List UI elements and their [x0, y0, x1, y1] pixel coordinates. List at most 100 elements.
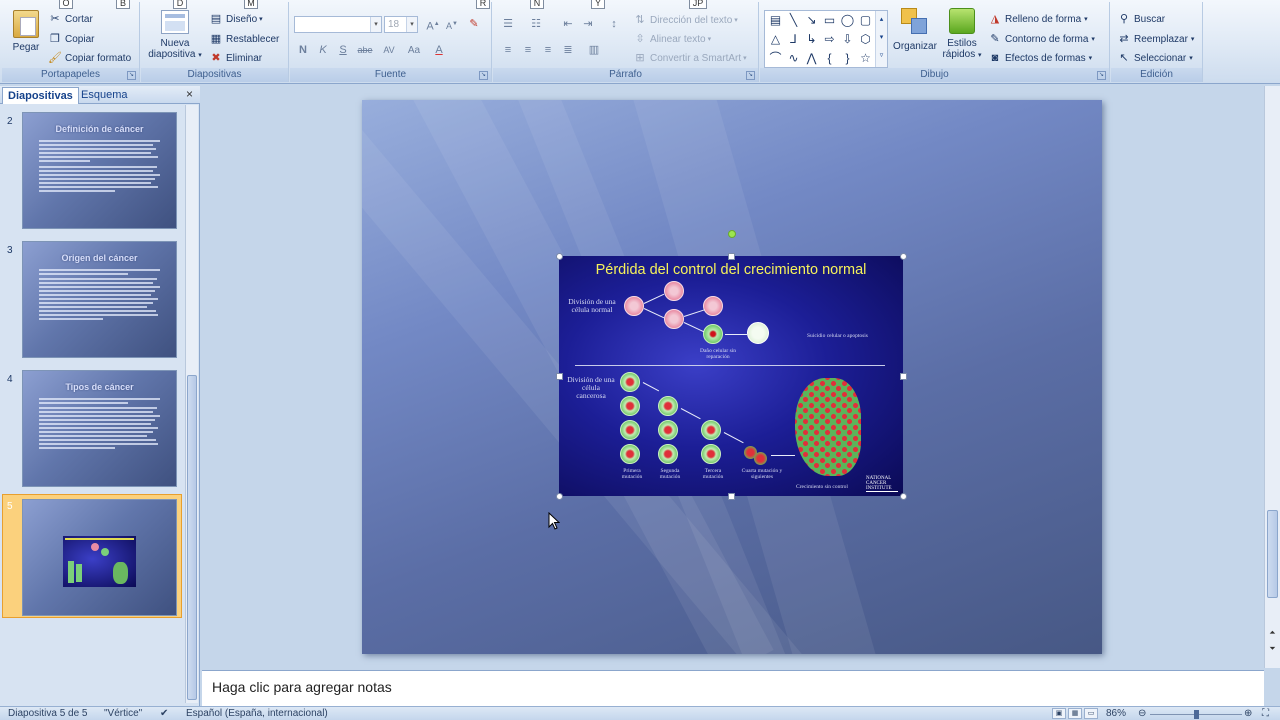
slideshow-icon[interactable]: ▭ — [1084, 708, 1098, 719]
smartart-button[interactable]: ⊞ Convertir a SmartArt ▾ — [633, 49, 746, 67]
align-right-icon[interactable]: ≡ — [539, 42, 557, 59]
new-slide-button[interactable]: Nueva diapositiva ▾ — [145, 10, 205, 61]
language-indicator[interactable]: Español (España, internacional) — [186, 708, 328, 719]
numbering-icon[interactable]: ☷ — [527, 16, 545, 33]
zoom-in-icon[interactable]: ⊕ — [1244, 708, 1252, 719]
underline-button[interactable]: S — [334, 42, 352, 59]
bullets-icon[interactable]: ☰ — [499, 16, 517, 33]
reset-button[interactable]: ▦ Restablecer — [209, 30, 280, 48]
clear-format-icon[interactable]: ✎ — [465, 16, 483, 33]
align-text-button[interactable]: ⇳ Alinear texto ▾ — [633, 30, 711, 48]
arrow-line-shape-icon[interactable]: ↘ — [803, 12, 820, 29]
spellcheck-icon[interactable]: ✔ — [160, 708, 168, 719]
resize-handle-nw[interactable] — [556, 253, 563, 260]
increase-indent-icon[interactable]: ⇥ — [579, 16, 597, 33]
format-painter-button[interactable]: 🖌 Copiar formato — [48, 49, 131, 67]
fit-to-window-icon[interactable]: ⛶ — [1262, 708, 1269, 719]
gallery-scroll-icon[interactable]: ▴ ▾ ▿ — [875, 11, 887, 67]
elbow-arrow-shape-icon[interactable]: ↳ — [803, 31, 820, 48]
copy-button[interactable]: ❐ Copiar — [48, 30, 94, 48]
brace-right-shape-icon[interactable]: } — [839, 50, 856, 67]
resize-handle-n[interactable] — [728, 253, 735, 260]
star-shape-icon[interactable]: ☆ — [857, 50, 874, 67]
delete-button[interactable]: ✖ Eliminar — [209, 49, 262, 67]
layout-button[interactable]: ▤ Diseño ▾ — [209, 10, 263, 28]
elbow-shape-icon[interactable]: ⅃ — [785, 31, 802, 48]
slide-scrollbar[interactable]: ⏶ ⏷ — [1264, 86, 1280, 668]
shapes-gallery[interactable]: ▤ ╲ ↘ ▭ ◯ ▢ △ ⅃ ↳ ⇨ ⇩ ⬡ ⌒ ∿ ⋀ { } ☆ ▴ ▾ ▿ — [764, 10, 888, 68]
resize-handle-e[interactable] — [900, 373, 907, 380]
find-button[interactable]: ⚲ Buscar — [1117, 10, 1165, 28]
resize-handle-sw[interactable] — [556, 493, 563, 500]
font-name-combo[interactable]: ▾ — [294, 16, 382, 33]
select-button[interactable]: ↖ Seleccionar ▾ — [1117, 49, 1192, 67]
zoom-out-icon[interactable]: ⊖ — [1138, 708, 1146, 719]
zoom-level[interactable]: 86% — [1106, 708, 1126, 719]
slide-thumbnail-4[interactable]: Tipos de cáncer — [22, 370, 177, 487]
rectangle-shape-icon[interactable]: ▭ — [821, 12, 838, 29]
rotation-handle[interactable] — [728, 230, 736, 238]
right-arrow-shape-icon[interactable]: ⇨ — [821, 31, 838, 48]
dialog-launcher-icon[interactable]: ↘ — [1097, 71, 1106, 80]
dialog-launcher-icon[interactable]: ↘ — [746, 71, 755, 80]
align-center-icon[interactable]: ≡ — [519, 42, 537, 59]
oval-shape-icon[interactable]: ◯ — [839, 12, 856, 29]
dialog-launcher-icon[interactable]: ↘ — [479, 71, 488, 80]
shrink-font-icon[interactable]: A▼ — [443, 16, 461, 33]
picture-cancer-growth[interactable]: Pérdida del control del crecimiento norm… — [559, 256, 903, 496]
change-case-button[interactable]: Aa — [405, 42, 423, 59]
font-size-combo[interactable]: 18 ▾ — [384, 16, 418, 33]
font-color-button[interactable]: A — [430, 42, 448, 59]
close-icon[interactable]: × — [186, 87, 193, 101]
rounded-rect-shape-icon[interactable]: ▢ — [857, 12, 874, 29]
textbox-shape-icon[interactable]: ▤ — [767, 12, 784, 29]
resize-handle-w[interactable] — [556, 373, 563, 380]
text-direction-button[interactable]: ⇅ Dirección del texto ▾ — [633, 11, 737, 29]
line-spacing-icon[interactable]: ↕ — [605, 16, 623, 33]
flowchart-shape-icon[interactable]: ⬡ — [857, 31, 874, 48]
down-arrow-shape-icon[interactable]: ⇩ — [839, 31, 856, 48]
quick-styles-button[interactable]: Estilos rápidos ▾ — [938, 8, 986, 61]
dialog-launcher-icon[interactable]: ↘ — [127, 71, 136, 80]
paste-button[interactable]: Pegar — [6, 10, 46, 53]
strikethrough-button[interactable]: abe — [356, 42, 374, 59]
slides-scrollbar[interactable] — [185, 105, 198, 703]
bold-button[interactable]: N — [294, 42, 312, 59]
slide-thumbnail-2[interactable]: Definición de cáncer — [22, 112, 177, 229]
brace-left-shape-icon[interactable]: { — [821, 50, 838, 67]
next-slide-icon[interactable]: ⏷ — [1267, 644, 1278, 654]
italic-button[interactable]: K — [314, 42, 332, 59]
columns-icon[interactable]: ▥ — [585, 42, 603, 59]
previous-slide-icon[interactable]: ⏶ — [1267, 628, 1278, 638]
scrollbar-thumb[interactable] — [187, 375, 197, 700]
normal-view-icon[interactable]: ▣ — [1052, 708, 1066, 719]
slide-sorter-icon[interactable]: ▦ — [1068, 708, 1082, 719]
shape-fill-button[interactable]: ◮ Relleno de forma ▾ — [988, 10, 1088, 28]
shape-outline-button[interactable]: ✎ Contorno de forma ▾ — [988, 30, 1095, 48]
resize-handle-s[interactable] — [728, 493, 735, 500]
cut-button[interactable]: ✂ Cortar — [48, 10, 92, 28]
tab-diapositivas[interactable]: Diapositivas — [2, 87, 79, 104]
slide-thumbnail-3[interactable]: Origen del cáncer — [22, 241, 177, 358]
justify-icon[interactable]: ≣ — [559, 42, 577, 59]
align-left-icon[interactable]: ≡ — [499, 42, 517, 59]
zoom-slider-knob[interactable] — [1194, 710, 1199, 719]
notes-pane[interactable]: Haga clic para agregar notas — [202, 670, 1264, 706]
freeform-shape-icon[interactable]: ∿ — [785, 50, 802, 67]
resize-handle-se[interactable] — [900, 493, 907, 500]
char-spacing-button[interactable]: AV — [380, 42, 398, 59]
grow-font-icon[interactable]: A▲ — [424, 16, 442, 33]
triangle-shape-icon[interactable]: △ — [767, 31, 784, 48]
decrease-indent-icon[interactable]: ⇤ — [559, 16, 577, 33]
scrollbar-thumb[interactable] — [1267, 510, 1278, 598]
replace-button[interactable]: ⇄ Reemplazar ▾ — [1117, 30, 1194, 48]
current-slide[interactable]: Pérdida del control del crecimiento norm… — [362, 100, 1102, 654]
arrange-button[interactable]: Organizar — [890, 8, 940, 52]
tab-esquema[interactable]: Esquema — [76, 87, 132, 104]
shape-effects-button[interactable]: ◙ Efectos de formas ▾ — [988, 49, 1092, 67]
scribble-shape-icon[interactable]: ⋀ — [803, 50, 820, 67]
line-shape-icon[interactable]: ╲ — [785, 12, 802, 29]
resize-handle-ne[interactable] — [900, 253, 907, 260]
curve-shape-icon[interactable]: ⌒ — [767, 50, 784, 67]
slide-thumbnail-5[interactable] — [22, 499, 177, 616]
